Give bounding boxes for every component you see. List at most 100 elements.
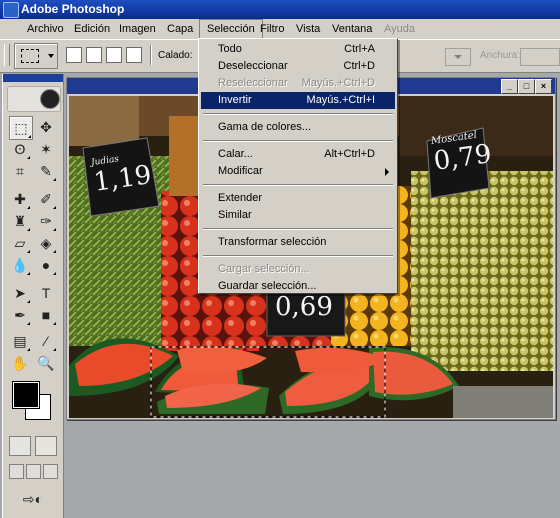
menu-imagen[interactable]: Imagen bbox=[112, 19, 163, 39]
lasso-tool[interactable]: ʘ bbox=[9, 138, 31, 160]
menu-item-label: Cargar selección... bbox=[218, 263, 310, 275]
submenu-arrow-icon bbox=[385, 168, 389, 176]
menu-item-label: Deseleccionar bbox=[218, 60, 288, 72]
menu-item-label: Reseleccionar bbox=[218, 77, 288, 89]
menu-item-label: Guardar selección... bbox=[218, 280, 317, 292]
subtract-selection-icon[interactable] bbox=[106, 47, 122, 63]
menu-separator bbox=[203, 228, 393, 230]
menu-item-guardar-seleccion[interactable]: Guardar selección... bbox=[201, 278, 395, 295]
menu-item-label: Transformar selección bbox=[218, 236, 327, 248]
eye-icon bbox=[40, 89, 60, 109]
pen-tool[interactable]: ✒ bbox=[9, 304, 31, 326]
menu-item-cargar-seleccion: Cargar selección... bbox=[201, 261, 395, 278]
price-tag-moscatel: Moscatel 0,79 bbox=[430, 128, 493, 177]
menu-separator bbox=[203, 184, 393, 186]
menu-item-gama-de-colores[interactable]: Gama de colores... bbox=[201, 119, 395, 136]
app-title: Adobe Photoshop bbox=[21, 2, 125, 16]
magic-wand-tool[interactable]: ✶ bbox=[35, 138, 57, 160]
screen-mode-standard-icon[interactable] bbox=[9, 464, 24, 479]
menu-item-similar[interactable]: Similar bbox=[201, 207, 395, 224]
eraser-tool[interactable]: ▱ bbox=[9, 232, 31, 254]
menu-ayuda[interactable]: Ayuda bbox=[377, 19, 422, 39]
foreground-color-swatch[interactable] bbox=[12, 381, 40, 409]
eyedropper-tool[interactable]: ⁄ bbox=[35, 330, 57, 352]
intersect-selection-icon[interactable] bbox=[126, 47, 142, 63]
menu-separator bbox=[203, 255, 393, 257]
crop-tool[interactable]: ⌗ bbox=[9, 160, 31, 182]
menu-item-calar[interactable]: Calar... Alt+Ctrl+D bbox=[201, 146, 395, 163]
close-icon[interactable]: × bbox=[535, 79, 552, 94]
menu-vista[interactable]: Vista bbox=[289, 19, 327, 39]
menu-item-deseleccionar[interactable]: Deseleccionar Ctrl+D bbox=[201, 58, 395, 75]
menu-item-reseleccionar: Reseleccionar Mayús.+Ctrl+D bbox=[201, 75, 395, 92]
shape-tool[interactable]: ■ bbox=[35, 304, 57, 326]
dodge-tool[interactable]: ● bbox=[35, 254, 57, 276]
jump-to-imageready-button[interactable]: ⇨◐ bbox=[9, 488, 57, 510]
menu-item-label: Extender bbox=[218, 192, 263, 204]
menu-item-shortcut: Mayús.+Ctrl+I bbox=[306, 94, 375, 106]
menu-item-shortcut: Ctrl+A bbox=[344, 43, 375, 55]
quick-mask-mode-icon[interactable] bbox=[35, 436, 57, 456]
options-bar-grip[interactable] bbox=[4, 44, 10, 66]
menu-item-extender[interactable]: Extender bbox=[201, 190, 395, 207]
clone-stamp-tool[interactable]: ♜ bbox=[9, 210, 31, 232]
menu-item-todo[interactable]: Todo Ctrl+A bbox=[201, 41, 395, 58]
new-selection-icon[interactable] bbox=[66, 47, 82, 63]
menu-archivo[interactable]: Archivo bbox=[20, 19, 71, 39]
photoshop-logo-icon bbox=[3, 2, 19, 18]
menu-edicion[interactable]: Edición bbox=[67, 19, 117, 39]
menu-filtro[interactable]: Filtro bbox=[253, 19, 291, 39]
menu-item-label: Similar bbox=[218, 209, 252, 221]
chevron-down-icon bbox=[48, 54, 54, 58]
zoom-tool[interactable]: 🔍 bbox=[35, 352, 57, 374]
paint-bucket-tool[interactable]: ◈ bbox=[35, 232, 57, 254]
menu-item-transformar-seleccion[interactable]: Transformar selección bbox=[201, 234, 395, 251]
menu-item-label: Gama de colores... bbox=[218, 121, 311, 133]
type-tool[interactable]: T bbox=[35, 282, 57, 304]
menubar: Archivo Edición Imagen Capa Selección Filtro V… bbox=[0, 19, 560, 40]
path-selection-tool[interactable]: ➤ bbox=[9, 282, 31, 304]
minimize-icon[interactable]: _ bbox=[501, 79, 518, 94]
divider bbox=[150, 45, 152, 65]
menu-ventana[interactable]: Ventana bbox=[325, 19, 379, 39]
price-tag-price: 0,69 bbox=[275, 292, 333, 322]
rect-marquee-icon bbox=[21, 49, 39, 63]
menu-item-modificar[interactable]: Modificar bbox=[201, 163, 395, 180]
menu-item-shortcut: Ctrl+D bbox=[343, 60, 375, 72]
price-tag-judias: Judias 1,19 bbox=[90, 150, 153, 198]
tool-preset-picker[interactable] bbox=[14, 43, 58, 69]
maximize-icon[interactable]: □ bbox=[518, 79, 535, 94]
slice-tool[interactable]: ✎ bbox=[35, 160, 57, 182]
menu-separator bbox=[203, 113, 393, 115]
screen-mode-menubar-icon[interactable] bbox=[26, 464, 41, 479]
rect-marquee-tool[interactable]: ⬚ bbox=[9, 116, 33, 140]
brush-tool[interactable]: ✐ bbox=[35, 188, 57, 210]
chevron-down-icon bbox=[454, 55, 462, 59]
width-label: Anchura: bbox=[480, 50, 521, 61]
healing-brush-tool[interactable]: ✚ bbox=[9, 188, 31, 210]
price-tag-middle: 0,69 bbox=[275, 292, 333, 322]
selection-dropdown-menu: Todo Ctrl+A Deseleccionar Ctrl+D Reseleccion… bbox=[198, 38, 398, 294]
add-selection-icon[interactable] bbox=[86, 47, 102, 63]
app-titlebar: Adobe Photoshop bbox=[0, 0, 560, 19]
blur-tool[interactable]: 💧 bbox=[9, 254, 31, 276]
style-select[interactable] bbox=[445, 48, 471, 66]
move-tool[interactable]: ✥ bbox=[35, 116, 57, 138]
width-field[interactable] bbox=[520, 48, 560, 66]
menu-item-label: Todo bbox=[218, 43, 242, 55]
standard-mode-icon[interactable] bbox=[9, 436, 31, 456]
hand-tool[interactable]: ✋ bbox=[9, 352, 31, 374]
menu-item-shortcut: Mayús.+Ctrl+D bbox=[301, 77, 375, 89]
toolbox: ⬚ ✥ ʘ ✶ ⌗ ✎ ✚ ✐ ♜ ✑ ▱ ◈ 💧 ● ➤ T ✒ ■ ▤ ⁄ … bbox=[2, 74, 64, 518]
menu-item-invertir[interactable]: Invertir Mayús.+Ctrl+I bbox=[201, 92, 395, 109]
feather-label: Calado: bbox=[158, 50, 193, 61]
menu-item-label: Modificar bbox=[218, 165, 263, 177]
menu-capa[interactable]: Capa bbox=[160, 19, 200, 39]
toolbox-logo[interactable] bbox=[7, 86, 61, 112]
menu-item-label: Invertir bbox=[218, 94, 252, 106]
menu-item-shortcut: Alt+Ctrl+D bbox=[324, 148, 375, 160]
notes-tool[interactable]: ▤ bbox=[9, 330, 31, 352]
toolbox-titlebar[interactable] bbox=[3, 74, 63, 82]
screen-mode-full-icon[interactable] bbox=[43, 464, 58, 479]
history-brush-tool[interactable]: ✑ bbox=[35, 210, 57, 232]
